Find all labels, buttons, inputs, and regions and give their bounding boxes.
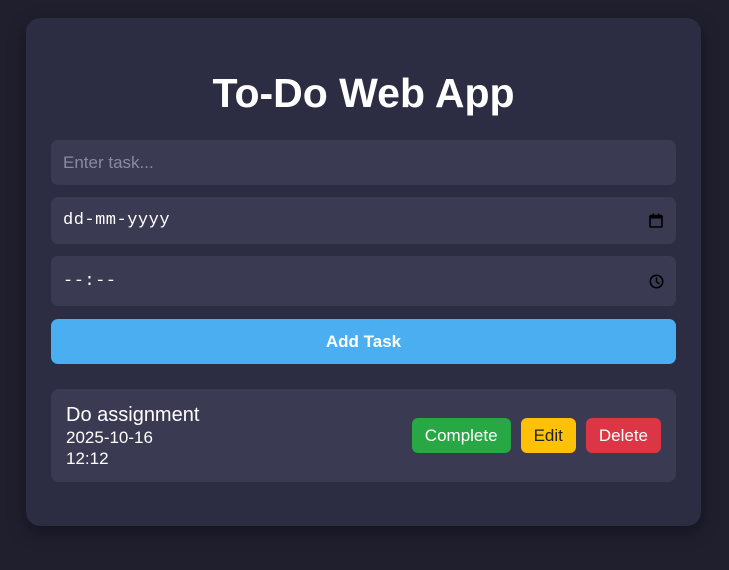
page-title: To-Do Web App [212, 70, 515, 116]
add-task-button[interactable]: Add Task [51, 319, 676, 364]
task-time: 12:12 [66, 448, 109, 468]
task-date: 2025-10-16 [66, 427, 153, 447]
task-input[interactable] [51, 140, 676, 185]
delete-button[interactable]: Delete [585, 418, 661, 453]
date-field[interactable]: dd-mm-yyyy [51, 197, 676, 244]
time-placeholder: --:-- [63, 271, 117, 291]
complete-button[interactable]: Complete [411, 418, 511, 453]
calendar-icon[interactable] [648, 213, 664, 229]
clock-icon[interactable] [648, 273, 664, 289]
app-card: To-Do Web App dd-mm-yyyy --:-- Add Task … [26, 18, 701, 526]
edit-button[interactable]: Edit [520, 418, 576, 453]
task-actions: Complete Edit Delete [411, 418, 661, 453]
task-name: Do assignment [66, 403, 200, 426]
task-item: Do assignment 2025-10-16 12:12 Complete … [51, 389, 676, 482]
time-field[interactable]: --:-- [51, 256, 676, 306]
task-info: Do assignment 2025-10-16 12:12 [66, 403, 199, 469]
date-placeholder: dd-mm-yyyy [63, 211, 171, 230]
